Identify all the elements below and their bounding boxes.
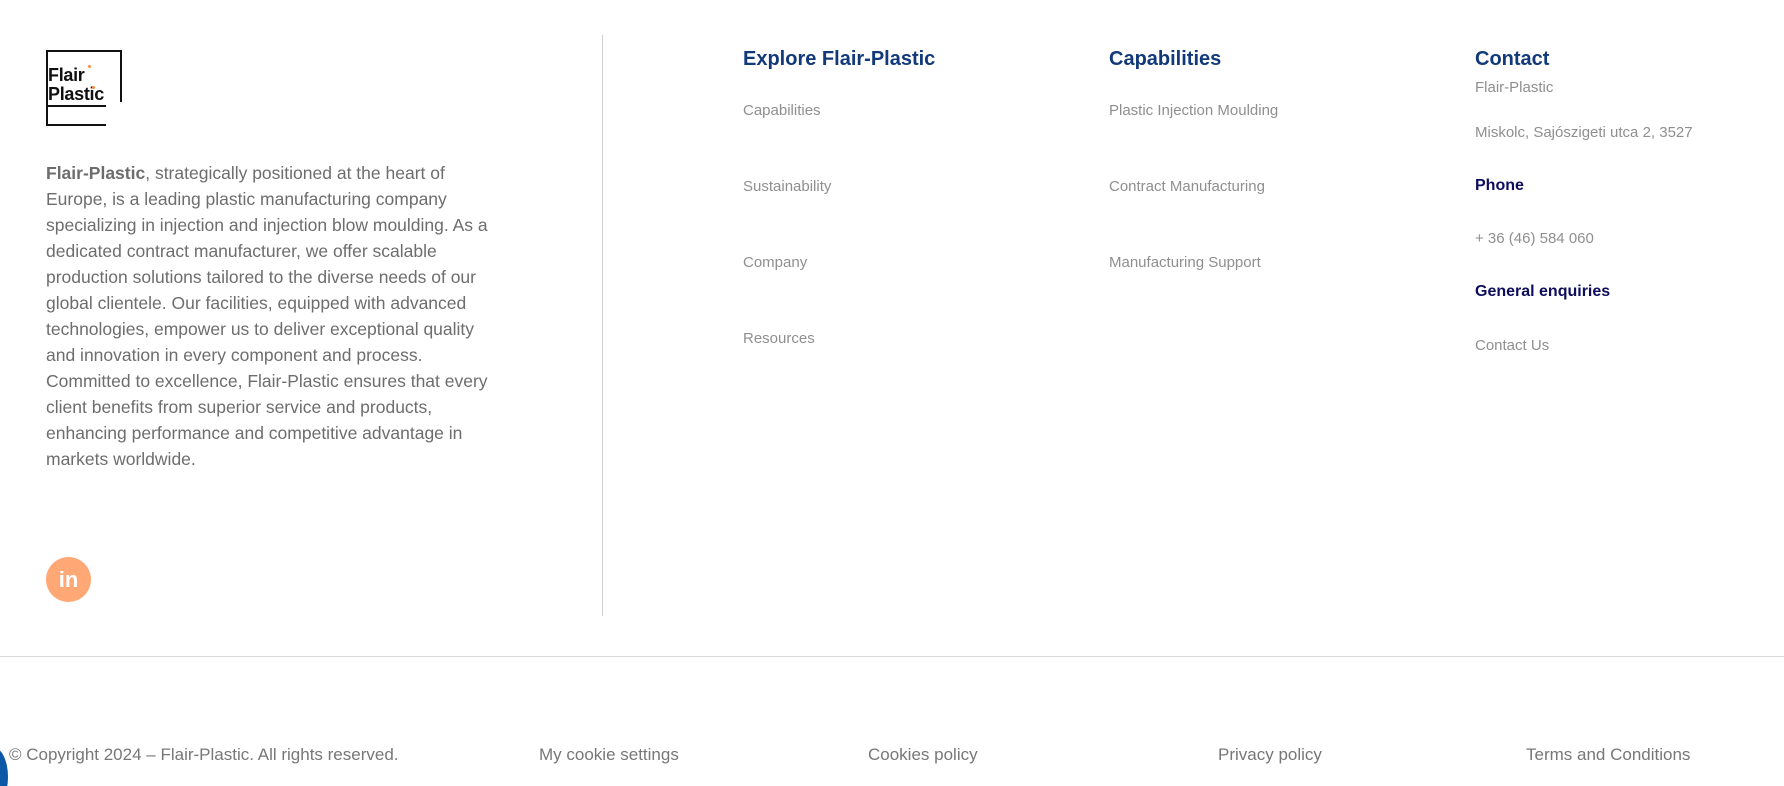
cookies-policy-link[interactable]: Cookies policy bbox=[868, 745, 978, 765]
logo-accent-dot bbox=[88, 65, 91, 68]
copyright-text: © Copyright 2024 – Flair-Plastic. All ri… bbox=[9, 745, 399, 764]
chat-widget-button[interactable] bbox=[0, 747, 8, 786]
footer-link-resources[interactable]: Resources bbox=[743, 330, 815, 347]
general-enquiries-heading: General enquiries bbox=[1475, 283, 1611, 300]
contact-heading: Contact bbox=[1475, 48, 1550, 70]
phone-number-link[interactable]: + 36 (46) 584 060 bbox=[1475, 230, 1594, 247]
logo-frame-gap bbox=[106, 102, 126, 128]
terms-link[interactable]: Terms and Conditions bbox=[1526, 745, 1690, 765]
footer-link-sustainability[interactable]: Sustainability bbox=[743, 178, 831, 195]
privacy-policy-link[interactable]: Privacy policy bbox=[1218, 745, 1322, 765]
company-description-text: , strategically positioned at the heart … bbox=[46, 163, 488, 469]
company-name: Flair-Plastic bbox=[46, 163, 146, 183]
logo-accent-dot bbox=[92, 86, 95, 89]
linkedin-glyph: in bbox=[58, 567, 79, 592]
logo-text-line1: Flair bbox=[48, 65, 85, 85]
footer-link-capabilities[interactable]: Capabilities bbox=[743, 102, 821, 119]
logo-underline bbox=[48, 105, 106, 107]
company-logo[interactable]: Flair Plastic bbox=[46, 50, 126, 128]
explore-heading: Explore Flair-Plastic bbox=[743, 48, 936, 70]
footer-link-manufacturing-support[interactable]: Manufacturing Support bbox=[1109, 254, 1261, 271]
logo-text-line2: Plastic bbox=[48, 84, 104, 104]
company-description: Flair-Plastic, strategically positioned … bbox=[46, 160, 496, 472]
capabilities-heading: Capabilities bbox=[1109, 48, 1222, 70]
footer-link-contract-manufacturing[interactable]: Contract Manufacturing bbox=[1109, 178, 1265, 195]
footer-divider bbox=[0, 656, 1784, 657]
phone-heading: Phone bbox=[1475, 177, 1524, 194]
column-divider bbox=[602, 35, 603, 616]
contact-address: Miskolc, Sajószigeti utca 2, 3527 bbox=[1475, 124, 1693, 141]
contact-us-link[interactable]: Contact Us bbox=[1475, 337, 1549, 354]
footer-link-company[interactable]: Company bbox=[743, 254, 807, 271]
contact-company-name: Flair-Plastic bbox=[1475, 79, 1554, 96]
cookie-settings-link[interactable]: My cookie settings bbox=[539, 745, 679, 765]
footer-link-plastic-injection-moulding[interactable]: Plastic Injection Moulding bbox=[1109, 102, 1278, 119]
linkedin-icon[interactable]: in bbox=[46, 557, 91, 602]
